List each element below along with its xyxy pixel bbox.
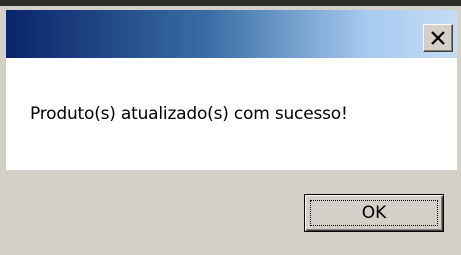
message-dialog: Produto(s) atualizado(s) com sucesso! OK — [0, 0, 461, 255]
window-frame-top — [0, 0, 461, 10]
dialog-titlebar[interactable] — [6, 10, 457, 58]
close-icon — [431, 31, 445, 45]
dialog-content: Produto(s) atualizado(s) com sucesso! — [6, 58, 457, 170]
ok-button-label: OK — [310, 200, 438, 226]
window-frame-right — [457, 10, 461, 255]
close-button[interactable] — [423, 24, 453, 52]
ok-button[interactable]: OK — [304, 194, 444, 232]
dialog-button-area: OK — [6, 170, 457, 255]
dialog-message: Produto(s) atualizado(s) com sucesso! — [30, 104, 348, 124]
